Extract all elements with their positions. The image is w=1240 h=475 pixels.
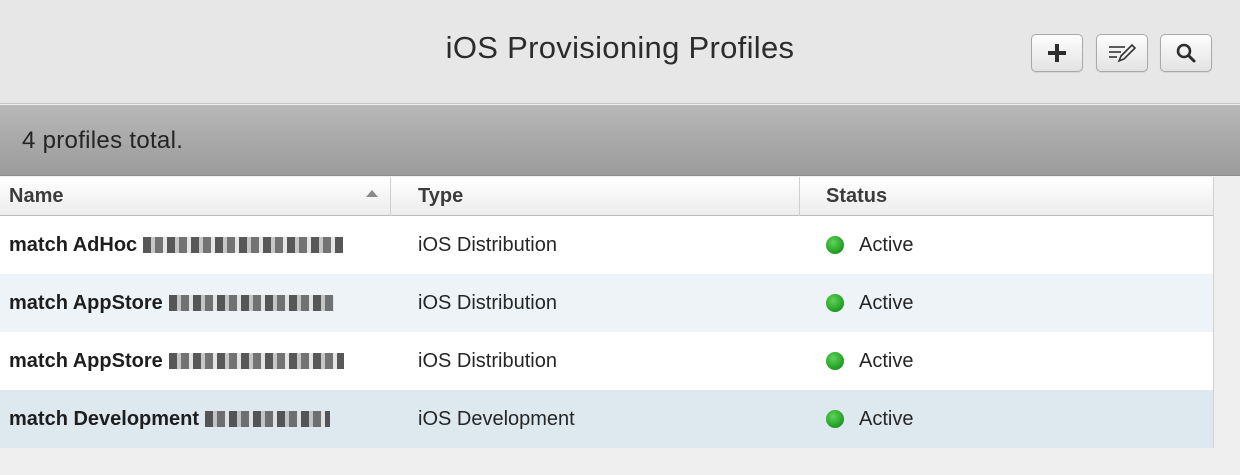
profile-status: Active (859, 233, 914, 256)
column-header-label: Type (418, 185, 464, 207)
status-active-icon (826, 294, 844, 312)
profile-name-cell: match AppStore (0, 274, 391, 332)
status-active-icon (826, 410, 844, 428)
table-row[interactable]: match AppStore iOS Distribution Active (0, 332, 1213, 390)
summary-bar: 4 profiles total. (0, 105, 1240, 176)
provisioning-profiles-window: iOS Provisioning Profiles 4 profiles tot… (0, 0, 1240, 475)
table-empty-area (0, 448, 1240, 475)
profile-type: iOS Distribution (418, 349, 557, 372)
table-header: Name Type Status (0, 177, 1213, 216)
column-header-label: Status (826, 185, 888, 207)
column-header-name[interactable]: Name (0, 177, 391, 216)
profile-type: iOS Development (418, 407, 575, 430)
status-active-icon (826, 236, 844, 254)
profile-type-cell: iOS Distribution (391, 274, 800, 332)
profile-status-cell: Active (800, 274, 1212, 332)
redacted-text (143, 237, 344, 253)
search-button[interactable] (1160, 34, 1212, 72)
redacted-text (168, 295, 334, 311)
profile-name: match Development (9, 407, 200, 430)
redacted-text (168, 353, 344, 369)
table-row[interactable]: match AppStore iOS Distribution Active (0, 274, 1213, 332)
edit-icon (1109, 43, 1137, 63)
profile-name-cell: match AdHoc (0, 216, 391, 274)
column-header-label: Name (9, 185, 64, 207)
column-header-type[interactable]: Type (391, 177, 800, 216)
table-row[interactable]: match AdHoc iOS Distribution Active (0, 216, 1213, 274)
profile-type: iOS Distribution (418, 233, 557, 256)
add-button[interactable] (1031, 34, 1083, 72)
profile-name-cell: match AppStore (0, 332, 391, 390)
column-header-status[interactable]: Status (800, 177, 1212, 216)
sort-ascending-icon (366, 190, 378, 197)
profile-name: match AdHoc (9, 233, 138, 256)
profile-status-cell: Active (800, 332, 1212, 390)
edit-button[interactable] (1096, 34, 1148, 72)
status-active-icon (826, 352, 844, 370)
profile-count-text: 4 profiles total. (22, 127, 184, 154)
profile-status: Active (859, 291, 914, 314)
table-row[interactable]: match Development iOS Development Active (0, 390, 1213, 448)
profile-status: Active (859, 349, 914, 372)
profile-status-cell: Active (800, 216, 1212, 274)
profiles-table: Name Type Status match AdHoc iOS Distrib… (0, 177, 1214, 448)
profile-name: match AppStore (9, 291, 163, 314)
profile-name: match AppStore (9, 349, 163, 372)
profile-name-cell: match Development (0, 390, 391, 448)
header-bar: iOS Provisioning Profiles (0, 0, 1240, 104)
profile-type-cell: iOS Distribution (391, 332, 800, 390)
profile-type-cell: iOS Distribution (391, 216, 800, 274)
search-icon (1176, 43, 1196, 63)
plus-icon (1048, 44, 1066, 62)
profile-type-cell: iOS Development (391, 390, 800, 448)
profile-status-cell: Active (800, 390, 1212, 448)
profile-type: iOS Distribution (418, 291, 557, 314)
profile-status: Active (859, 407, 914, 430)
redacted-text (205, 411, 331, 427)
